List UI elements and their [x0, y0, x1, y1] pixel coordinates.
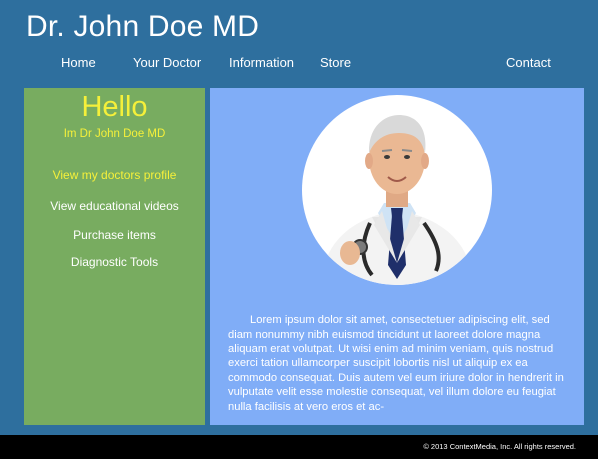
nav-store[interactable]: Store — [320, 55, 351, 70]
doctor-portrait-illustration — [320, 115, 474, 285]
copyright-text: © 2013 ContextMedia, Inc. All rights res… — [423, 442, 576, 451]
greeting-heading: Hello — [81, 91, 148, 123]
doctor-subtitle: Im Dr John Doe MD — [63, 128, 166, 140]
sidebar-link-doctor-profile[interactable]: View my doctors profile — [24, 168, 205, 182]
sidebar-link-purchase-items[interactable]: Purchase items — [24, 228, 205, 242]
doctor-photo — [302, 95, 492, 285]
footer: © 2013 ContextMedia, Inc. All rights res… — [0, 435, 598, 459]
site-title: Dr. John Doe MD — [26, 10, 260, 43]
sidebar-link-diagnostic-tools[interactable]: Diagnostic Tools — [24, 255, 205, 269]
nav-information[interactable]: Information — [229, 55, 294, 70]
body-paragraph: Lorem ipsum dolor sit amet, consectetuer… — [228, 314, 564, 413]
nav-home[interactable]: Home — [61, 55, 96, 70]
main-content: Lorem ipsum dolor sit amet, consectetuer… — [210, 88, 584, 425]
nav-your-doctor[interactable]: Your Doctor — [133, 55, 201, 70]
sidebar-link-educational-videos[interactable]: View educational videos — [24, 199, 205, 213]
nav-contact[interactable]: Contact — [506, 55, 551, 70]
sidebar: Hello Im Dr John Doe MD View my doctors … — [24, 88, 205, 425]
